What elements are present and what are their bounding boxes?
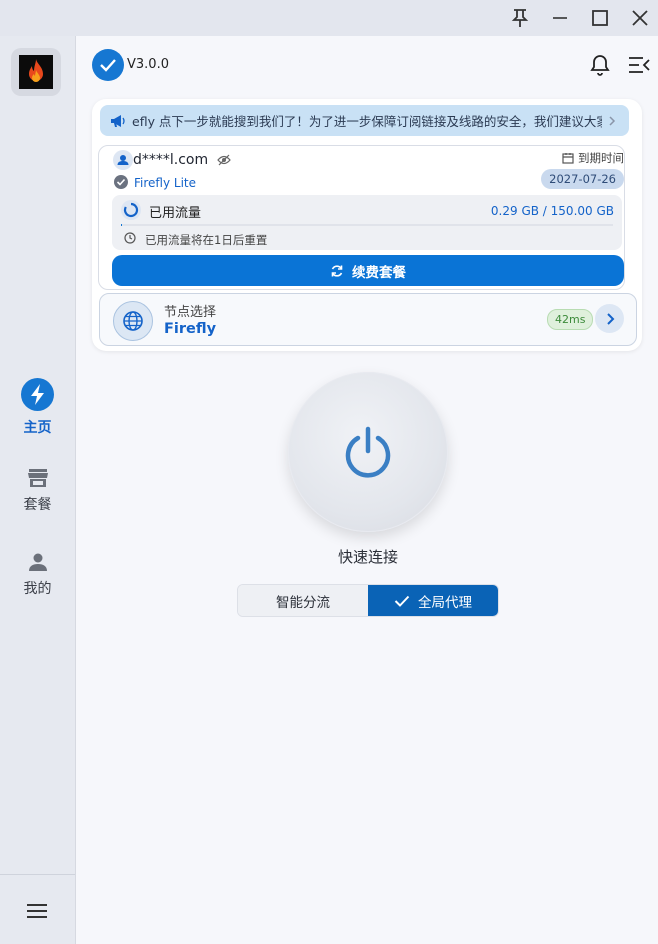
verified-badge-icon bbox=[114, 175, 128, 189]
menu-collapse-icon[interactable] bbox=[627, 53, 651, 77]
mode-global-proxy[interactable]: 全局代理 bbox=[368, 585, 498, 616]
power-icon bbox=[345, 426, 391, 478]
traffic-gauge-icon bbox=[121, 200, 141, 220]
notice-text: efly 点下一步就能搜到我们了！为了进一步保障订阅链接及线路的安全，我们建议大… bbox=[132, 114, 602, 129]
hamburger-menu-icon[interactable] bbox=[22, 898, 52, 924]
expire-label: 到期时间 bbox=[562, 150, 624, 166]
traffic-title: 已用流量 bbox=[149, 206, 202, 221]
node-next-button[interactable] bbox=[595, 304, 624, 333]
refresh-icon bbox=[331, 264, 343, 277]
sidebar-divider bbox=[0, 874, 75, 875]
node-name: Firefly bbox=[164, 321, 217, 337]
email-text: d****l.com bbox=[133, 152, 209, 168]
version-check-icon bbox=[92, 49, 124, 81]
globe-icon bbox=[113, 301, 153, 341]
megaphone-icon bbox=[111, 114, 125, 127]
chevron-right-icon bbox=[606, 312, 614, 325]
renew-label: 续费套餐 bbox=[352, 264, 406, 281]
node-label: 节点选择 bbox=[164, 305, 217, 320]
renew-plan-button[interactable]: 续费套餐 bbox=[112, 255, 624, 286]
traffic-progress-bar bbox=[121, 224, 613, 226]
app-logo[interactable] bbox=[11, 48, 61, 96]
mode-smart-routing[interactable]: 智能分流 bbox=[238, 585, 368, 616]
mode-label: 智能分流 bbox=[276, 594, 330, 611]
account-card: efly 点下一步就能搜到我们了！为了进一步保障订阅链接及线路的安全，我们建议大… bbox=[92, 99, 642, 351]
node-selector[interactable]: 节点选择 Firefly 42ms bbox=[99, 293, 637, 346]
sidebar-item-label: 主页 bbox=[23, 420, 52, 436]
version-label: V3.0.0 bbox=[127, 57, 169, 72]
expire-label-text: 到期时间 bbox=[578, 151, 624, 165]
quick-connect-label: 快速连接 bbox=[337, 548, 398, 566]
maximize-icon[interactable] bbox=[586, 4, 614, 32]
sidebar-item-label: 套餐 bbox=[23, 497, 52, 513]
traffic-amount: 0.29 GB / 150.00 GB bbox=[490, 204, 614, 218]
store-icon bbox=[27, 469, 48, 487]
plan-name: Firefly Lite bbox=[134, 176, 196, 190]
proxy-mode-toggle: 智能分流 全局代理 bbox=[237, 584, 499, 617]
minimize-icon[interactable] bbox=[546, 4, 574, 32]
sidebar-item-plans[interactable]: 套餐 bbox=[0, 468, 75, 514]
title-bar bbox=[0, 0, 658, 36]
calendar-icon bbox=[562, 153, 574, 164]
mode-label: 全局代理 bbox=[418, 594, 472, 611]
bolt-icon bbox=[21, 378, 54, 411]
clock-icon bbox=[124, 232, 136, 244]
account-email: d****l.com bbox=[133, 152, 231, 168]
bell-icon[interactable] bbox=[588, 53, 612, 77]
flame-icon bbox=[29, 59, 43, 82]
traffic-panel: 已用流量 0.29 GB / 150.00 GB 已用流量将在1日后重置 bbox=[112, 195, 622, 250]
traffic-reset-note: 已用流量将在1日后重置 bbox=[145, 233, 268, 247]
close-icon[interactable] bbox=[626, 4, 654, 32]
eye-off-icon[interactable] bbox=[216, 154, 231, 166]
latency-badge: 42ms bbox=[547, 309, 594, 330]
check-icon bbox=[394, 595, 410, 607]
sidebar-item-home[interactable]: 主页 bbox=[0, 378, 75, 437]
sidebar-item-label: 我的 bbox=[23, 581, 52, 597]
sidebar: 主页 套餐 我的 bbox=[0, 36, 76, 944]
pin-icon[interactable] bbox=[506, 4, 534, 32]
expire-date-badge: 2027-07-26 bbox=[541, 169, 624, 189]
user-icon bbox=[113, 150, 133, 170]
chevron-right-icon bbox=[609, 115, 616, 126]
notice-banner[interactable]: efly 点下一步就能搜到我们了！为了进一步保障订阅链接及线路的安全，我们建议大… bbox=[100, 105, 629, 136]
power-button[interactable] bbox=[288, 372, 448, 532]
traffic-progress-fill bbox=[121, 224, 122, 226]
